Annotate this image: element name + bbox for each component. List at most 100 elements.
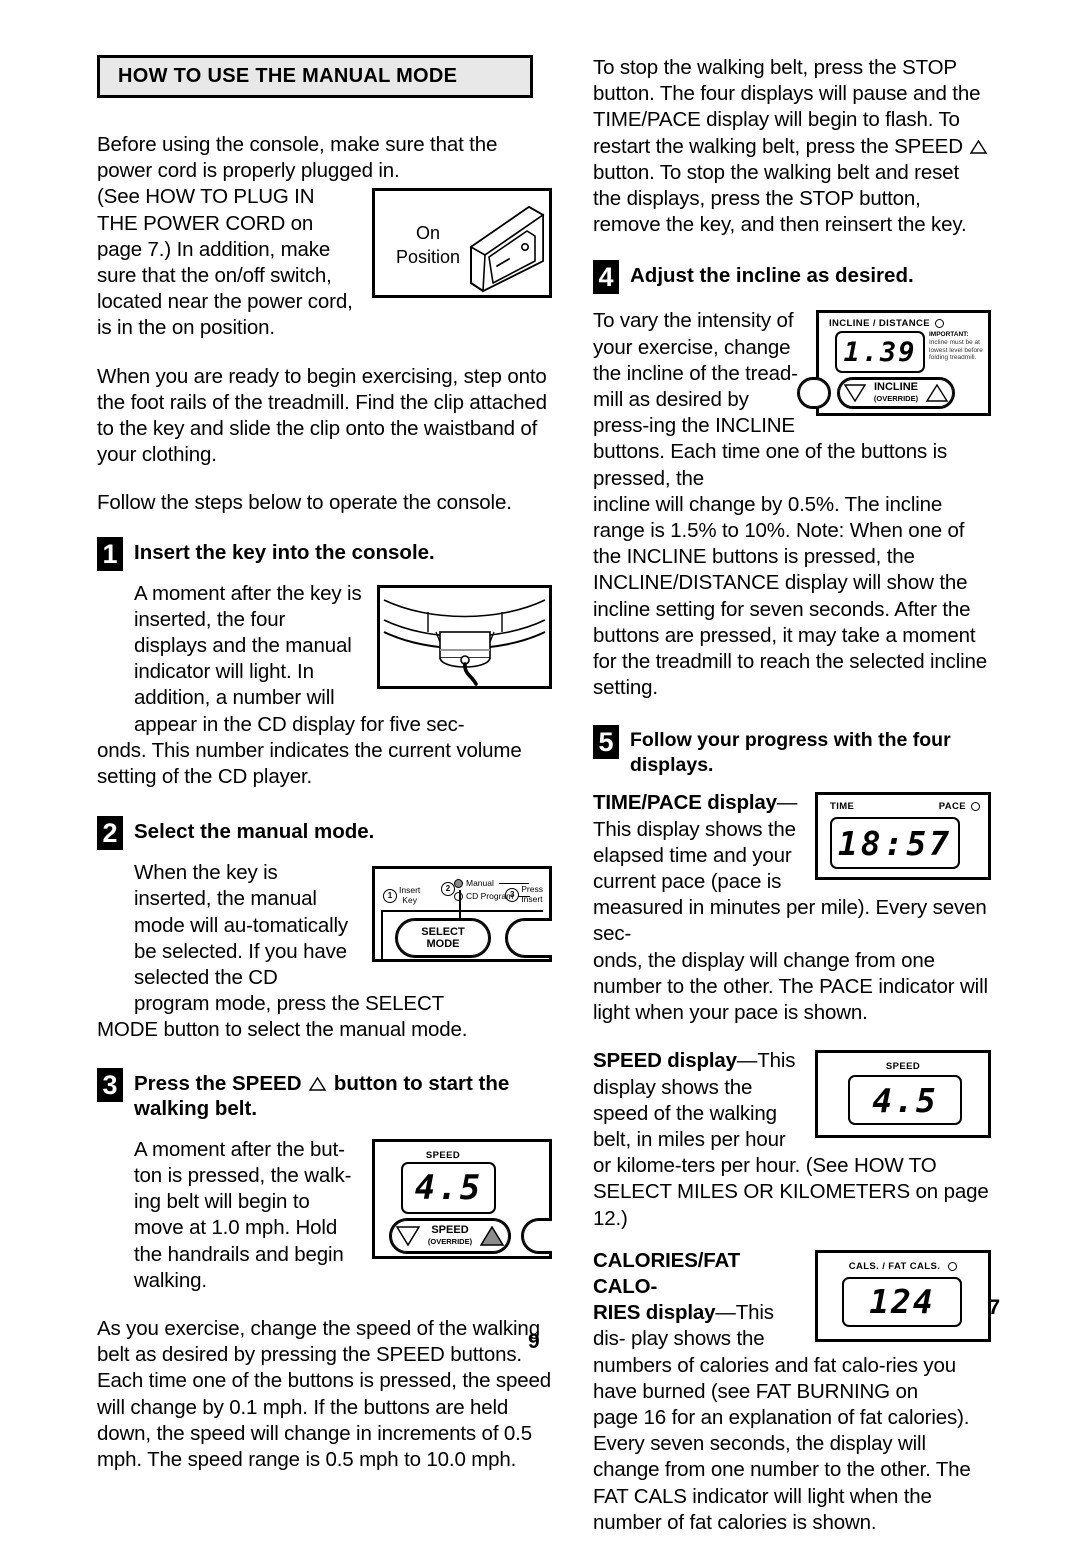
speed-display-figure-right: SPEED 4.5	[815, 1050, 991, 1139]
speed-display-figure: SPEED 4.5 SPEED (OVERRIDE)	[372, 1138, 552, 1259]
intro-paragraph-3: Follow the steps below to operate the co…	[97, 491, 512, 515]
page-number-center: 9	[528, 1330, 540, 1353]
calories-display-heading-line2: RIES display	[593, 1301, 716, 1325]
step-2-body-block: 1 Insert Key 2 Manual CD Program 3 Press…	[134, 860, 552, 1017]
manual-page: HOW TO USE THE MANUAL MODE Before using …	[0, 0, 1080, 1534]
select-mode-marker-2: 2	[441, 882, 455, 897]
step-4-title: Adjust the incline as desired.	[630, 264, 914, 288]
speed-button-group[interactable]: SPEED (OVERRIDE)	[389, 1217, 511, 1254]
time-pace-screen: 18:57	[830, 817, 960, 870]
step-4-body-block: INCLINE / DISTANCE 1.39 IMPORTANT: Incli…	[593, 308, 991, 491]
time-pace-heading: TIME/PACE display	[593, 791, 777, 815]
on-position-label-line2: Position	[395, 247, 461, 268]
incline-important-body: Incline must be at lowest level before f…	[929, 339, 983, 362]
time-pace-figure: TIME PACE 18:57	[815, 792, 991, 881]
step-2-title: Select the manual mode.	[134, 820, 375, 844]
speed-display-dash: —	[736, 1049, 758, 1073]
select-mode-button[interactable]: SELECT MODE	[395, 918, 491, 959]
left-column: HOW TO USE THE MANUAL MODE Before using …	[97, 55, 552, 1495]
speed-display-caption: SPEED	[885, 1061, 921, 1073]
step-2-body-full: MODE button to select the manual mode.	[97, 1018, 468, 1042]
time-pace-caption-right: PACE	[938, 801, 966, 813]
incline-figure-caption: INCLINE / DISTANCE	[829, 318, 930, 330]
select-mode-figure: 1 Insert Key 2 Manual CD Program 3 Press…	[372, 866, 552, 963]
select-mode-marker-1: 1	[383, 888, 397, 903]
speed-down-icon[interactable]	[395, 1225, 420, 1246]
on-position-label-line1: On	[415, 223, 440, 244]
calories-display-value: 124	[869, 1282, 935, 1322]
calories-display-screen: 124	[842, 1276, 962, 1327]
incline-important-heading: IMPORTANT:	[929, 331, 969, 339]
select-mode-button-line2: MODE	[426, 938, 460, 951]
console-underside-illustration	[383, 598, 546, 686]
power-switch-figure-block: On Position (See HOW TO PLUG IN THE POWE…	[97, 184, 552, 341]
stop-instructions-part2: button. To stop the walking belt and res…	[593, 160, 967, 237]
triangle-up-icon	[970, 139, 988, 154]
time-pace-body-full: onds, the display will change from one n…	[593, 948, 988, 1025]
step-2: 2 Select the manual mode.	[97, 816, 552, 851]
incline-figure-screen: 1.39	[835, 331, 925, 374]
incline-indicator-led	[934, 319, 944, 329]
speed-up-icon[interactable]	[480, 1225, 505, 1246]
adjacent-button-partial	[505, 918, 552, 959]
step-4-number: 4	[593, 260, 619, 295]
incline-button-group[interactable]: INCLINE (OVERRIDE)	[837, 377, 955, 410]
step-5-title: Follow your progress with the four displ…	[630, 729, 951, 777]
step-3-body-full: As you exercise, change the speed of the…	[97, 1316, 552, 1471]
intro-paragraph-2: When you are ready to begin exercising, …	[97, 364, 547, 467]
incline-button-label: INCLINE	[873, 381, 918, 394]
select-mode-marker-3: 3	[505, 887, 520, 902]
section-title: HOW TO USE THE MANUAL MODE	[118, 65, 458, 87]
speed-button-label: SPEED	[431, 1223, 469, 1236]
adjacent-button-partial-2	[521, 1217, 552, 1254]
calories-display-caption: CALS. / FAT CALS.	[848, 1260, 941, 1272]
step-5: 5 Follow your progress with the four dis…	[593, 725, 991, 778]
calories-display-heading-line1: CALORIES/FAT CALO-	[593, 1248, 741, 1298]
manual-led-indicator	[454, 878, 463, 888]
speed-display-block: SPEED 4.5 SPEED display—This display sho…	[593, 1048, 991, 1231]
stop-instructions-part1: To stop the walking belt, press the STOP…	[593, 56, 981, 158]
step-5-number: 5	[593, 725, 619, 760]
select-mode-button-line1: SELECT	[421, 926, 465, 939]
manual-led-label: Manual	[466, 878, 494, 889]
calories-display-figure: CALS. / FAT CALS. 124	[815, 1249, 991, 1342]
section-header-bar: HOW TO USE THE MANUAL MODE	[97, 55, 533, 98]
select-mode-marker-3-line2: Insert	[521, 893, 543, 904]
page-number-right: 7	[988, 1296, 1000, 1319]
pace-indicator-led	[971, 802, 980, 812]
speed-display-screen: 4.5	[848, 1075, 962, 1126]
step-3-body-block: SPEED 4.5 SPEED (OVERRIDE) A moment afte…	[134, 1137, 552, 1294]
speed-figure-value: 4.5	[414, 1167, 483, 1208]
step-3-title-pre: Press the SPEED	[134, 1071, 302, 1095]
speed-button-sublabel: (OVERRIDE)	[427, 1236, 473, 1246]
rocker-switch-illustration	[469, 206, 545, 293]
incline-important-note: IMPORTANT: Incline must be at lowest lev…	[929, 331, 987, 361]
incline-display-figure: INCLINE / DISTANCE 1.39 IMPORTANT: Incli…	[797, 310, 991, 417]
calories-display-block: CALS. / FAT CALS. 124 CALORIES/FAT CALO-…	[593, 1248, 991, 1405]
time-pace-dash: —	[776, 791, 798, 815]
step-2-number: 2	[97, 816, 123, 851]
step-3-title: Press the SPEED button to start the walk…	[134, 1068, 552, 1121]
incline-down-icon[interactable]	[843, 384, 866, 403]
on-position-figure: On Position	[372, 188, 552, 299]
step-1: 1 Insert the key into the console.	[97, 536, 552, 571]
time-pace-caption-left: TIME	[830, 801, 855, 813]
calories-display-body-full: page 16 for an explanation of fat calori…	[593, 1405, 971, 1534]
triangle-up-icon	[308, 1076, 327, 1091]
step-3: 3 Press the SPEED button to start the wa…	[97, 1067, 552, 1121]
speed-figure-caption: SPEED	[425, 1149, 461, 1161]
step-1-title: Insert the key into the console.	[134, 540, 435, 564]
step-1-body-block: A moment after the key is inserted, the …	[134, 581, 552, 738]
right-column: To stop the walking belt, press the STOP…	[593, 55, 991, 1558]
step-4: 4 Adjust the incline as desired.	[593, 260, 991, 295]
incline-button-sublabel: (OVERRIDE)	[873, 394, 919, 404]
speed-display-heading: SPEED display	[593, 1049, 737, 1073]
incline-up-icon[interactable]	[926, 384, 949, 403]
time-pace-value: 18:57	[837, 823, 953, 863]
step-1-number: 1	[97, 536, 123, 571]
step-3-number: 3	[97, 1067, 123, 1102]
time-pace-block: TIME PACE 18:57 TIME/PACE display— This …	[593, 790, 991, 947]
speed-figure-screen: 4.5	[401, 1161, 496, 1214]
intro-paragraph-1: Before using the console, make sure that…	[97, 133, 498, 183]
stop-instructions: To stop the walking belt, press the STOP…	[593, 55, 991, 238]
